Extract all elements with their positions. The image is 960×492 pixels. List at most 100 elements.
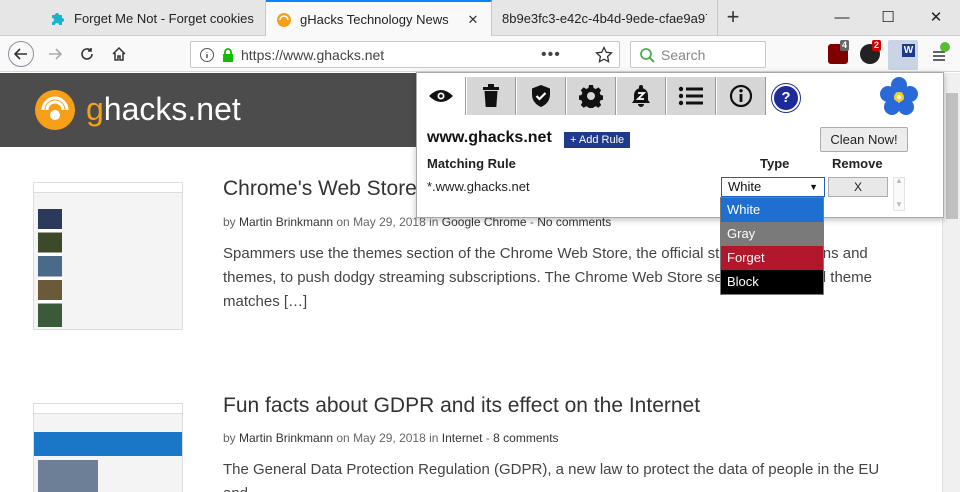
scroll-down-icon[interactable]: ▼ — [895, 200, 903, 209]
search-bar[interactable]: Search — [630, 41, 766, 68]
tab-forget-me-not[interactable]: Forget Me Not - Forget cookies — [40, 0, 266, 36]
help-button[interactable]: ? — [772, 84, 800, 112]
thumb-header — [34, 183, 182, 193]
privacy-extension-icon[interactable]: 2 — [860, 40, 882, 64]
tab-title: 8b9e3fc3-e42c-4b4d-9ede-cfae9a97 — [502, 10, 707, 26]
tab-ghacks[interactable]: gHacks Technology News ✕ — [266, 0, 492, 37]
popup-hostname: www.ghacks.net — [427, 129, 552, 146]
reload-icon — [81, 48, 93, 60]
scrollbar-thumb[interactable] — [946, 93, 958, 219]
home-icon — [112, 46, 126, 61]
meta-prefix: by — [223, 215, 240, 229]
clean-now-button[interactable]: Clean Now! — [820, 127, 908, 152]
bookmark-star-icon[interactable] — [595, 46, 613, 64]
article-thumbnail[interactable] — [33, 182, 183, 330]
forget-me-not-extension-icon[interactable]: W — [888, 40, 918, 70]
forget-me-not-w-badge: W — [902, 44, 915, 57]
type-header: Type — [760, 156, 790, 171]
menu-button[interactable] — [930, 42, 952, 64]
remove-rule-button[interactable]: X — [828, 177, 888, 197]
tab-title: Forget Me Not - Forget cookies — [74, 10, 254, 26]
add-rule-button[interactable]: + Add Rule — [564, 132, 631, 148]
info-circle-icon — [729, 84, 753, 108]
privacy-badge: 2 — [872, 40, 882, 51]
gear-icon — [579, 85, 603, 108]
close-window-button[interactable]: ✕ — [926, 8, 946, 28]
back-arrow-icon — [13, 48, 27, 60]
search-input[interactable]: Search — [661, 47, 705, 63]
info-icon[interactable] — [199, 47, 215, 63]
home-button[interactable] — [106, 41, 132, 67]
forward-arrow-icon — [49, 48, 63, 60]
tab-bar: Forget Me Not - Forget cookies gHacks Te… — [0, 0, 960, 37]
forward-button[interactable] — [42, 41, 68, 67]
tab-title: gHacks Technology News — [300, 12, 449, 27]
ublock-badge: 4 — [840, 40, 850, 51]
comments-link[interactable]: 8 comments — [493, 431, 558, 445]
popup-tab-about[interactable] — [717, 77, 766, 115]
update-available-icon — [940, 42, 950, 52]
reload-button[interactable] — [74, 41, 100, 67]
lock-icon — [223, 47, 233, 62]
remove-header: Remove — [832, 156, 883, 171]
rule-pattern: *.www.ghacks.net — [427, 179, 530, 194]
close-tab-icon[interactable]: ✕ — [465, 12, 481, 28]
logo-rest: hacks.net — [103, 91, 241, 127]
type-option-gray[interactable]: Gray — [721, 222, 823, 246]
back-button[interactable] — [8, 41, 34, 67]
bell-z-icon — [632, 85, 650, 107]
article-meta: by Martin Brinkmann on May 29, 2018 in I… — [223, 431, 559, 445]
thumb-photo — [38, 460, 98, 492]
nav-bar: https://www.ghacks.net ••• Search 4 2 W — [0, 36, 960, 72]
article-title[interactable]: Fun facts about GDPR and its effect on t… — [223, 394, 700, 418]
type-option-forget[interactable]: Forget — [721, 246, 823, 270]
ublock-icon[interactable]: 4 — [828, 40, 850, 64]
thumb-images — [38, 209, 62, 327]
popup-tab-view[interactable] — [417, 77, 466, 115]
new-tab-button[interactable]: + — [720, 6, 746, 30]
page-actions-icon[interactable]: ••• — [541, 46, 561, 64]
meta-date: on May 29, 2018 in — [333, 431, 442, 445]
article-thumbnail[interactable] — [33, 403, 183, 492]
author-link[interactable]: Martin Brinkmann — [239, 431, 333, 445]
type-select-value: White — [728, 179, 762, 194]
ghacks-logo-icon[interactable] — [33, 88, 77, 132]
maximize-button[interactable]: ☐ — [878, 8, 898, 28]
popup-tab-rules[interactable] — [517, 77, 566, 115]
popup-tab-log[interactable] — [667, 77, 716, 115]
meta-prefix: by — [223, 431, 240, 445]
site-logo-text[interactable]: ghacks.net — [86, 91, 241, 128]
popup-tab-notifications[interactable] — [617, 77, 666, 115]
type-dropdown-list: White Gray Forget Block — [720, 197, 824, 295]
url-text: https://www.ghacks.net — [241, 46, 385, 63]
forget-me-not-popup: ? www.ghacks.net + Add Rule Clean Now! M… — [416, 72, 944, 218]
thumb-banner — [34, 432, 182, 456]
article-title[interactable]: Chrome's Web Store — [223, 177, 417, 201]
puzzle-icon — [52, 13, 64, 25]
scroll-up-icon[interactable]: ▲ — [895, 176, 903, 185]
eye-icon — [429, 90, 453, 102]
type-option-block[interactable]: Block — [721, 270, 823, 294]
matching-rule-header: Matching Rule — [427, 156, 516, 171]
thumb-header — [34, 404, 182, 414]
ghacks-logo-icon — [277, 12, 291, 27]
category-link[interactable]: Internet — [442, 431, 483, 445]
type-select[interactable]: White ▼ — [721, 177, 825, 197]
rules-list-scrollbar[interactable]: ▲ ▼ — [893, 176, 905, 211]
author-link[interactable]: Martin Brinkmann — [239, 215, 333, 229]
search-icon — [640, 47, 655, 63]
tab-uuid[interactable]: 8b9e3fc3-e42c-4b4d-9ede-cfae9a97 — [492, 0, 718, 36]
chevron-down-icon: ▼ — [809, 182, 818, 192]
shield-check-icon — [532, 85, 550, 107]
type-option-white[interactable]: White — [721, 198, 823, 222]
minimize-button[interactable]: — — [832, 8, 852, 28]
trash-icon — [483, 84, 499, 107]
popup-tab-settings[interactable] — [567, 77, 616, 115]
forget-me-not-flower-icon — [880, 77, 918, 115]
popup-tab-delete[interactable] — [467, 77, 516, 115]
url-bar[interactable]: https://www.ghacks.net ••• — [190, 41, 620, 68]
meta-separator: - — [482, 431, 494, 445]
logo-g: g — [86, 91, 104, 127]
article-excerpt: The General Data Protection Regulation (… — [223, 461, 880, 492]
page-scrollbar[interactable] — [942, 73, 960, 492]
